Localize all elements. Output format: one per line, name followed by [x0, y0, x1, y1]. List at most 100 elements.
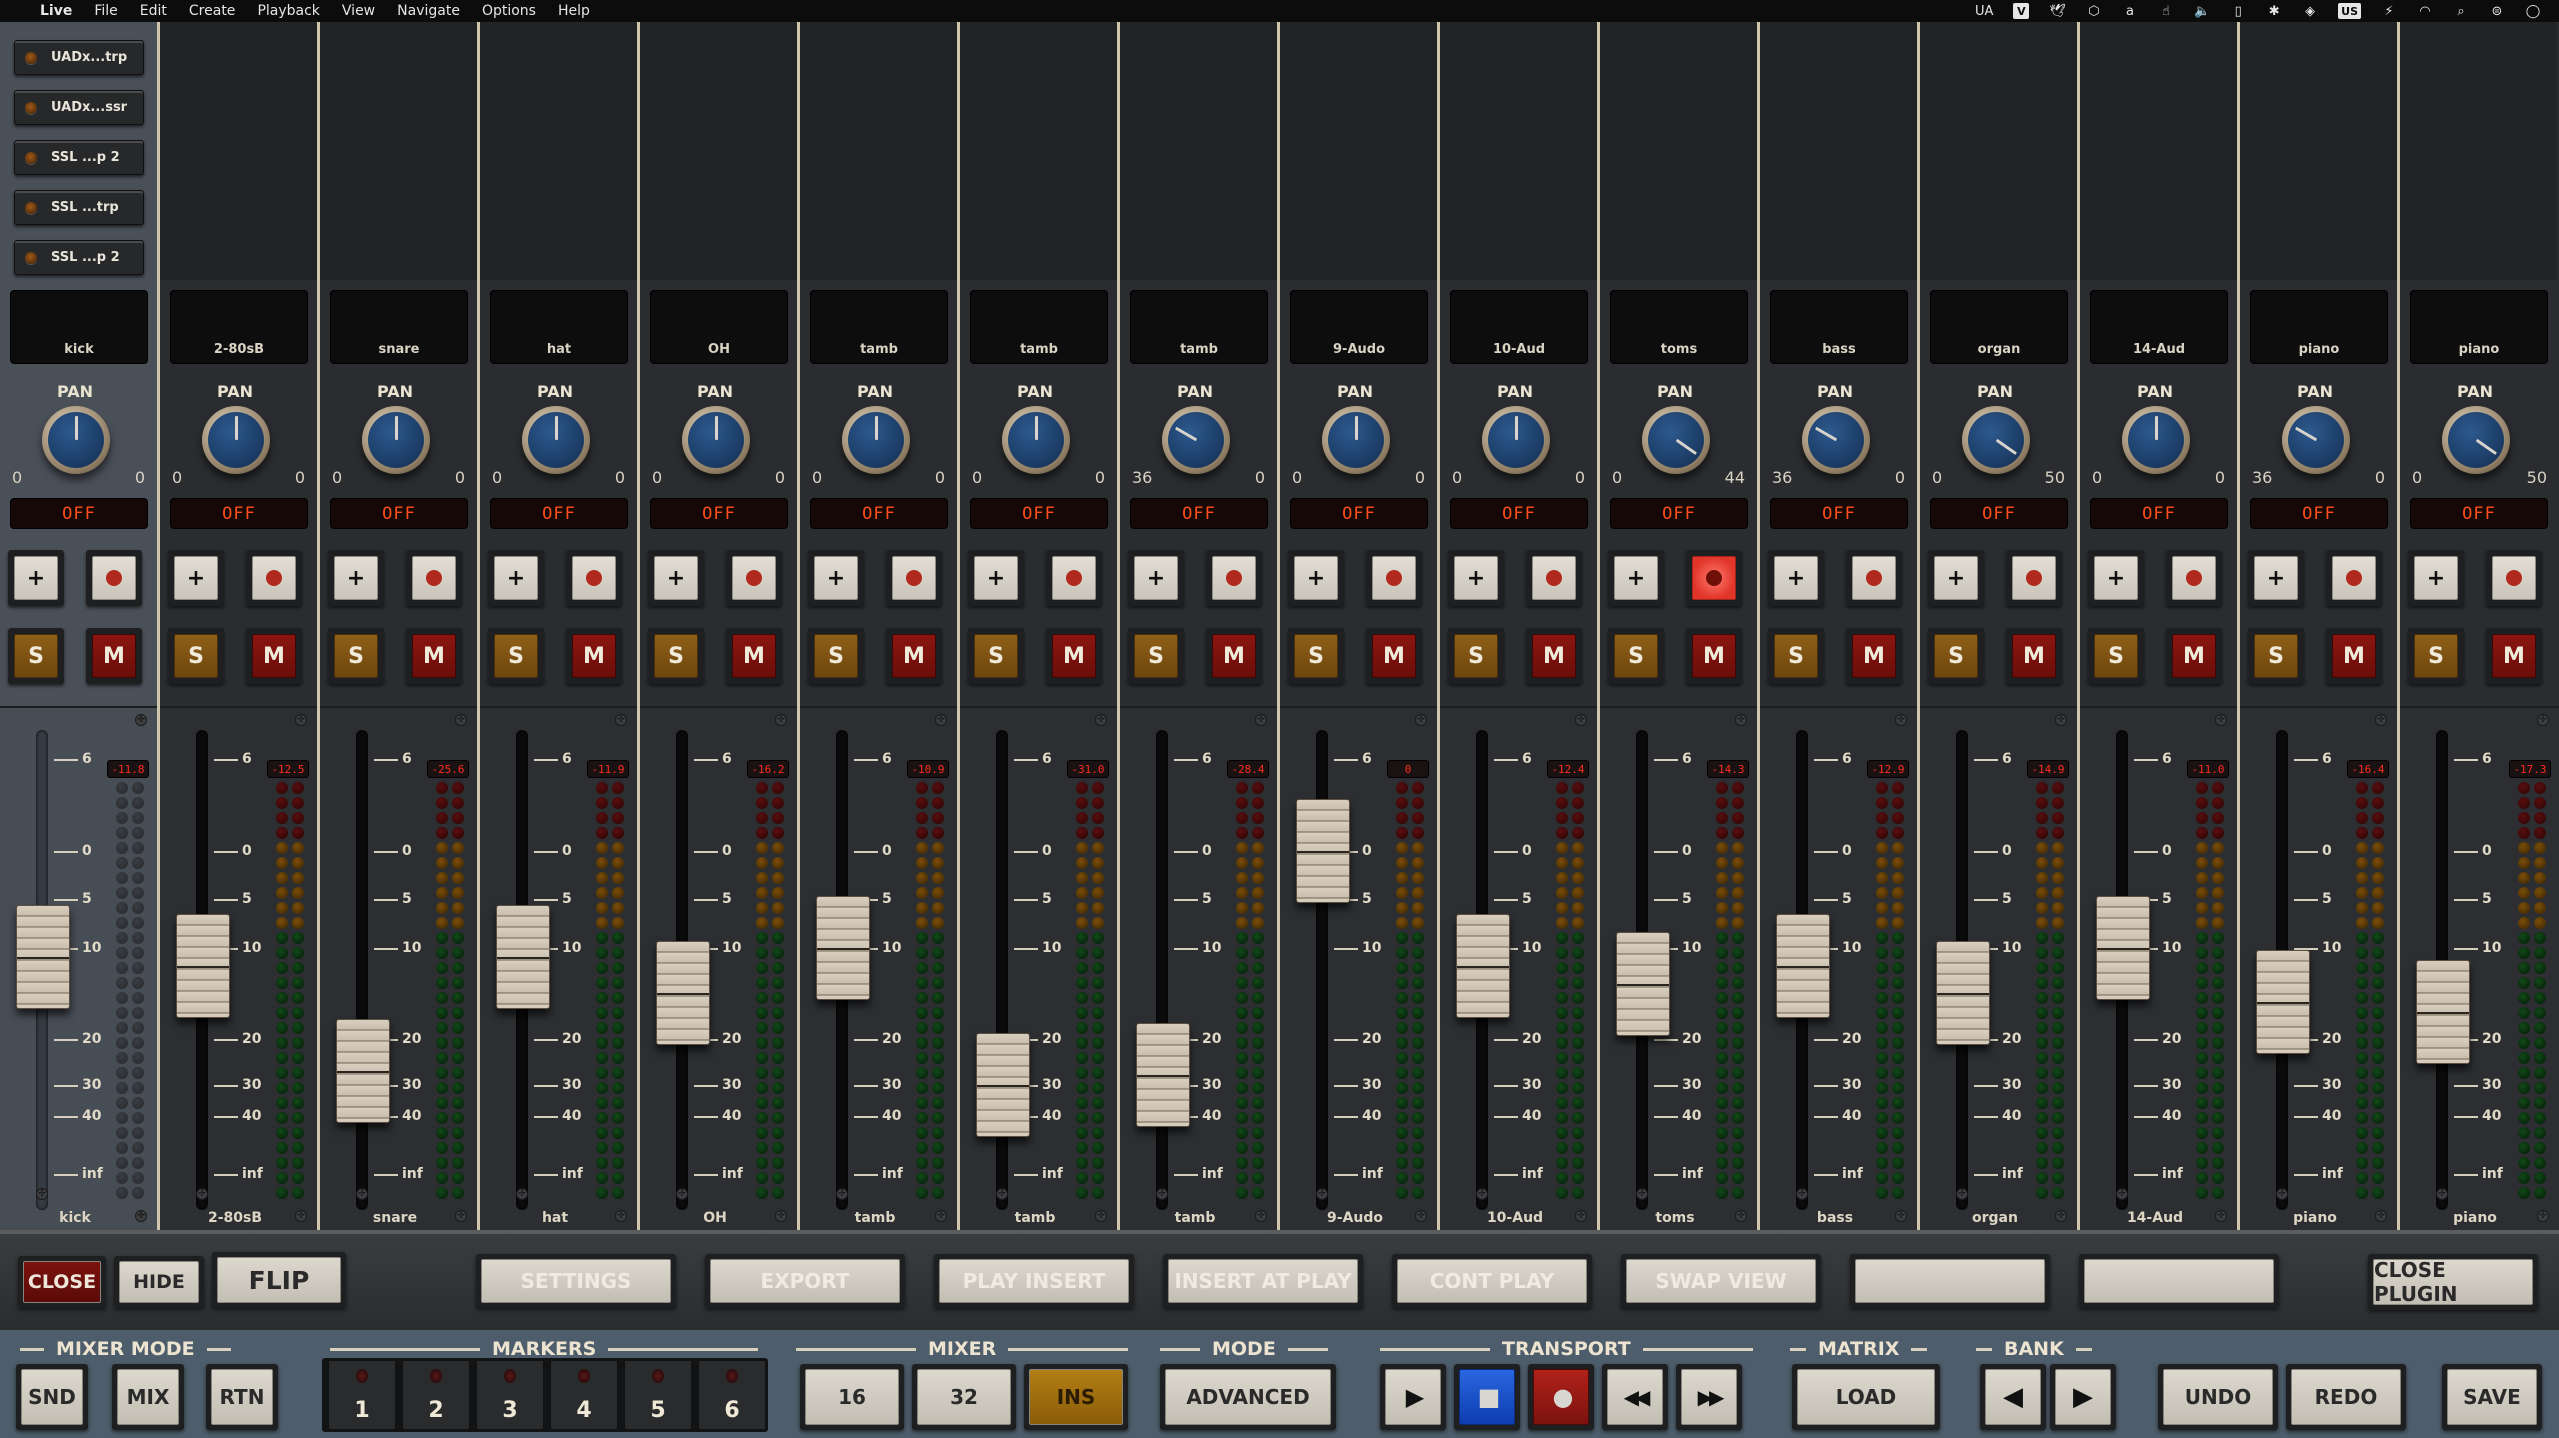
swap-view-button[interactable]: SWAP VIEW — [1621, 1254, 1821, 1308]
add-button[interactable]: + — [488, 550, 544, 606]
menu-help[interactable]: Help — [558, 3, 590, 19]
volume-fader-handle[interactable] — [1136, 1023, 1190, 1128]
mixer-mode-rtn-button[interactable]: RTN — [206, 1364, 278, 1430]
peak-level-display[interactable]: -16.4 — [2347, 760, 2389, 778]
pan-knob[interactable] — [1482, 406, 1550, 474]
record-arm-button[interactable] — [246, 550, 302, 606]
bank-next-button[interactable]: ▶ — [2050, 1364, 2116, 1430]
record-arm-button[interactable] — [1366, 550, 1422, 606]
add-button[interactable]: + — [1928, 550, 1984, 606]
peak-level-display[interactable]: -28.4 — [1227, 760, 1269, 778]
insert-slot[interactable]: SSL ...p 2 — [14, 240, 144, 275]
insert-power-led-icon[interactable] — [25, 51, 37, 64]
solo-button[interactable]: S — [808, 628, 864, 684]
pan-knob[interactable] — [202, 406, 270, 474]
marker-button-1[interactable]: 1 — [328, 1360, 396, 1430]
volume-fader-handle[interactable] — [496, 904, 550, 1009]
marker-button-4[interactable]: 4 — [550, 1360, 618, 1430]
script-a-icon[interactable]: a — [2122, 3, 2138, 19]
mode-advanced-button[interactable]: ADVANCED — [1160, 1364, 1336, 1430]
mute-button[interactable]: M — [1526, 628, 1582, 684]
undo-button[interactable]: UNDO — [2158, 1364, 2278, 1430]
record-arm-button[interactable] — [2166, 550, 2222, 606]
volume-fader-handle[interactable] — [336, 1018, 390, 1123]
pan-knob[interactable] — [42, 406, 110, 474]
stop-button[interactable]: ■ — [1454, 1364, 1520, 1430]
menu-edit[interactable]: Edit — [140, 3, 167, 19]
settings-button[interactable]: SETTINGS — [476, 1254, 676, 1308]
add-button[interactable]: + — [1128, 550, 1184, 606]
volume-fader-handle[interactable] — [816, 895, 870, 1000]
battery-icon[interactable]: ⚡ — [2381, 3, 2397, 19]
automation-mode-display[interactable]: OFF — [2090, 498, 2228, 529]
volume-fader-handle[interactable] — [1936, 941, 1990, 1046]
pan-knob[interactable] — [2442, 406, 2510, 474]
mixer-32-button[interactable]: 32 — [912, 1364, 1016, 1430]
insert-at-play-button[interactable]: INSERT AT PLAY — [1163, 1254, 1363, 1308]
pan-knob[interactable] — [1162, 406, 1230, 474]
add-button[interactable]: + — [2248, 550, 2304, 606]
solo-button[interactable]: S — [2248, 628, 2304, 684]
volume-fader-handle[interactable] — [1616, 932, 1670, 1037]
record-arm-button[interactable] — [1526, 550, 1582, 606]
mute-button[interactable]: M — [566, 628, 622, 684]
cont-play-button[interactable]: CONT PLAY — [1392, 1254, 1592, 1308]
automation-mode-display[interactable]: OFF — [10, 498, 148, 529]
add-button[interactable]: + — [1288, 550, 1344, 606]
automation-mode-display[interactable]: OFF — [1930, 498, 2068, 529]
solo-button[interactable]: S — [648, 628, 704, 684]
solo-button[interactable]: S — [1288, 628, 1344, 684]
pan-knob[interactable] — [362, 406, 430, 474]
add-button[interactable]: + — [1448, 550, 1504, 606]
insert-slot[interactable]: SSL ...trp — [14, 190, 144, 225]
control-center-icon[interactable]: ⊜ — [2489, 3, 2505, 19]
pan-knob[interactable] — [522, 406, 590, 474]
mute-button[interactable]: M — [2326, 628, 2382, 684]
automation-mode-display[interactable]: OFF — [1130, 498, 1268, 529]
bluetooth-icon[interactable]: ✱ — [2266, 3, 2282, 19]
marker-button-2[interactable]: 2 — [402, 1360, 470, 1430]
mute-button[interactable]: M — [2166, 628, 2222, 684]
solo-button[interactable]: S — [968, 628, 1024, 684]
peak-level-display[interactable]: -12.9 — [1867, 760, 1909, 778]
mute-button[interactable]: M — [1366, 628, 1422, 684]
record-arm-button[interactable] — [1046, 550, 1102, 606]
keyboard-layout-icon[interactable]: US — [2338, 3, 2361, 19]
mute-button[interactable]: M — [1206, 628, 1262, 684]
volume-fader-handle[interactable] — [2416, 959, 2470, 1064]
pan-knob[interactable] — [682, 406, 750, 474]
record-arm-button[interactable] — [2326, 550, 2382, 606]
peak-level-display[interactable]: -31.0 — [1067, 760, 1109, 778]
pan-knob[interactable] — [2122, 406, 2190, 474]
close-button[interactable]: CLOSE — [18, 1256, 106, 1308]
peak-level-display[interactable]: -11.8 — [107, 760, 149, 778]
record-arm-button[interactable] — [2486, 550, 2542, 606]
matrix-load-button[interactable]: LOAD — [1792, 1364, 1940, 1430]
play-insert-button[interactable]: PLAY INSERT — [934, 1254, 1134, 1308]
mute-button[interactable]: M — [726, 628, 782, 684]
automation-mode-display[interactable]: OFF — [810, 498, 948, 529]
volume-icon[interactable]: 🔈 — [2194, 3, 2210, 19]
menu-playback[interactable]: Playback — [257, 3, 319, 19]
pan-knob[interactable] — [1802, 406, 1870, 474]
automation-mode-display[interactable]: OFF — [2250, 498, 2388, 529]
add-button[interactable]: + — [8, 550, 64, 606]
v-icon[interactable]: V — [2013, 3, 2030, 19]
peak-level-display[interactable]: -12.4 — [1547, 760, 1589, 778]
pan-knob[interactable] — [1322, 406, 1390, 474]
insert-slot[interactable]: UADx...ssr — [14, 90, 144, 125]
peak-level-display[interactable]: -17.3 — [2509, 760, 2551, 778]
solo-button[interactable]: S — [2088, 628, 2144, 684]
volume-fader-handle[interactable] — [16, 904, 70, 1009]
record-arm-button[interactable] — [726, 550, 782, 606]
redo-button[interactable]: REDO — [2286, 1364, 2406, 1430]
add-button[interactable]: + — [168, 550, 224, 606]
solo-button[interactable]: S — [2408, 628, 2464, 684]
automation-mode-display[interactable]: OFF — [490, 498, 628, 529]
add-button[interactable]: + — [1608, 550, 1664, 606]
save-button[interactable]: SAVE — [2442, 1364, 2542, 1430]
ua-diamond-icon[interactable]: ◈ — [2302, 3, 2318, 19]
add-button[interactable]: + — [2088, 550, 2144, 606]
record-arm-button[interactable] — [1846, 550, 1902, 606]
automation-mode-display[interactable]: OFF — [1610, 498, 1748, 529]
